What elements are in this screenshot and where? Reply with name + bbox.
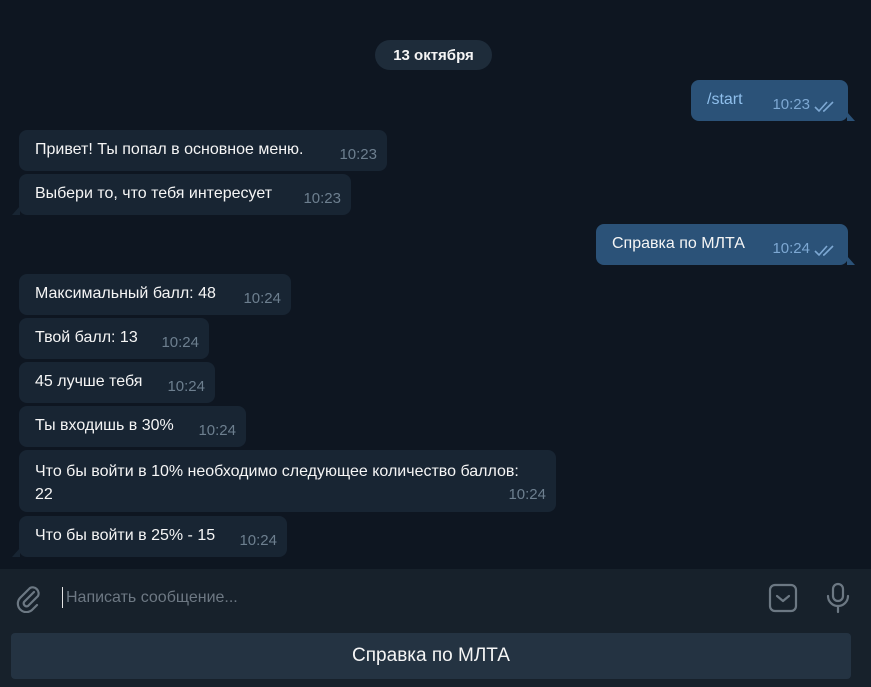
message-time: 10:24 bbox=[198, 422, 236, 439]
message-time: 10:24 bbox=[161, 334, 199, 351]
sticker-icon[interactable] bbox=[768, 583, 798, 613]
message-text: Ты входишь в 30% bbox=[35, 417, 174, 434]
message-text: Твой балл: 13 bbox=[35, 329, 138, 346]
message-time: 10:23 bbox=[772, 96, 810, 113]
message-text: Максимальный балл: 48 bbox=[35, 285, 216, 302]
message-time: 10:24 bbox=[239, 532, 277, 549]
message-text: 45 лучше тебя bbox=[35, 373, 143, 390]
message-incoming[interactable]: Ты входишь в 30% 10:24 bbox=[19, 406, 246, 447]
text-cursor bbox=[62, 587, 63, 608]
message-incoming[interactable]: Выбери то, что тебя интересует 10:23 bbox=[12, 174, 351, 215]
microphone-icon[interactable] bbox=[825, 582, 851, 614]
message-incoming[interactable]: Привет! Ты попал в основное меню. 10:23 bbox=[19, 130, 387, 171]
message-input[interactable] bbox=[66, 587, 666, 609]
message-time: 10:23 bbox=[303, 190, 341, 207]
message-outgoing[interactable]: Справка по МЛТА 10:24 bbox=[596, 224, 855, 265]
paperclip-icon[interactable] bbox=[14, 583, 42, 613]
message-time: 10:24 bbox=[508, 486, 546, 503]
read-checks-icon bbox=[814, 101, 834, 113]
message-time: 10:24 bbox=[772, 240, 810, 257]
read-checks-icon bbox=[814, 245, 834, 257]
reply-keyboard: Справка по МЛТА bbox=[0, 627, 871, 687]
message-incoming[interactable]: Твой балл: 13 10:24 bbox=[19, 318, 209, 359]
message-text-line: 22 bbox=[35, 486, 53, 503]
message-time: 10:23 bbox=[339, 146, 377, 163]
date-separator: 13 октября bbox=[375, 40, 492, 70]
message-outgoing[interactable]: /start 10:23 bbox=[691, 80, 855, 121]
reply-keyboard-button[interactable]: Справка по МЛТА bbox=[11, 633, 851, 679]
message-time: 10:24 bbox=[243, 290, 281, 307]
message-time: 10:24 bbox=[167, 378, 205, 395]
message-incoming[interactable]: Максимальный балл: 48 10:24 bbox=[19, 274, 291, 315]
message-text: Выбери то, что тебя интересует bbox=[35, 185, 273, 202]
message-incoming[interactable]: 45 лучше тебя 10:24 bbox=[19, 362, 215, 403]
message-text: /start bbox=[707, 91, 743, 108]
message-incoming[interactable]: Что бы войти в 10% необходимо следующее … bbox=[19, 450, 556, 512]
message-incoming[interactable]: Что бы войти в 25% - 15 10:24 bbox=[12, 516, 287, 557]
message-text: Что бы войти в 25% - 15 bbox=[35, 527, 216, 544]
message-composer bbox=[0, 569, 871, 627]
message-text-line: Что бы войти в 10% необходимо следующее … bbox=[35, 463, 519, 480]
message-text: Привет! Ты попал в основное меню. bbox=[35, 141, 304, 158]
message-text: Справка по МЛТА bbox=[612, 235, 745, 252]
chat-history[interactable]: 13 октября /start 10:23 Привет! Ты попал… bbox=[0, 0, 871, 569]
